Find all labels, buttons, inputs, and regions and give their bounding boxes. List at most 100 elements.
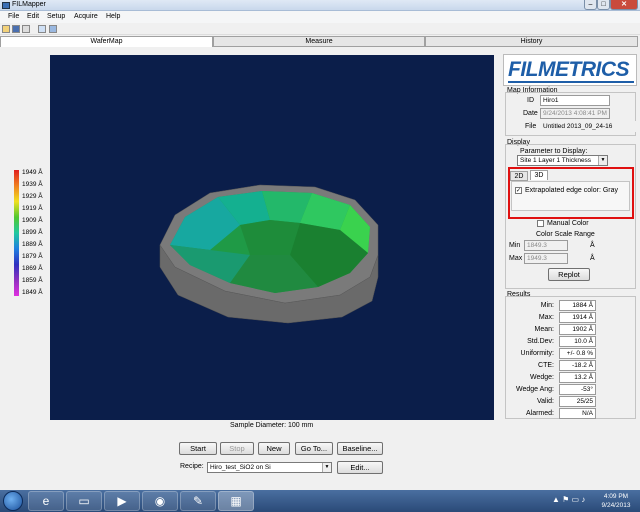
maximize-button[interactable]: □ <box>597 0 610 10</box>
recipe-label: Recipe: <box>180 463 204 470</box>
result-value: +/- 0.8 % <box>559 348 596 359</box>
parameter-select[interactable]: Site 1 Layer 1 Thickness ▼ <box>517 155 608 166</box>
taskbar: e ▭ ▶ ◉ ✎ ▦ ▲ ⚑ ▭ ♪ 4:09 PM 9/24/2013 <box>0 490 640 512</box>
3d-options-pane <box>511 181 630 211</box>
logo-underline <box>508 81 634 83</box>
date-field: 9/24/2013 4:08:41 PM <box>540 108 610 119</box>
recipe-value: Hiro_test_SiO2 on Si <box>210 464 271 471</box>
menu-acquire[interactable]: Acquire <box>74 13 98 20</box>
edit-recipe-button[interactable]: Edit... <box>337 461 383 474</box>
close-button[interactable]: ✕ <box>610 0 638 10</box>
color-scale-bar <box>14 170 19 296</box>
sample-diameter-label: Sample Diameter: 100 mm <box>230 422 314 429</box>
color-scale-title: Color Scale Range <box>536 231 595 238</box>
tab-measure[interactable]: Measure <box>213 36 425 47</box>
result-value: 25/25 <box>559 396 596 407</box>
result-value: 1902 Å <box>559 324 596 335</box>
media-player-icon[interactable]: ▶ <box>104 491 140 511</box>
result-value: 1884 Å <box>559 300 596 311</box>
app-icon <box>2 2 10 9</box>
folder-icon[interactable]: ▭ <box>66 491 102 511</box>
menu-help[interactable]: Help <box>106 13 120 20</box>
main-tabs: WaferMap Measure History <box>0 36 640 47</box>
clock-time: 4:09 PM <box>603 493 629 500</box>
filmapper-task-icon[interactable]: ▦ <box>218 491 254 511</box>
min-unit: Å <box>590 242 595 249</box>
print-icon[interactable] <box>22 25 30 33</box>
result-label: Valid: <box>537 398 554 405</box>
globe-icon[interactable]: ◉ <box>142 491 178 511</box>
tab-history[interactable]: History <box>425 36 638 47</box>
filmetrics-logo: FILMETRICS <box>508 58 630 81</box>
legend-label: 1859 Å <box>22 277 43 284</box>
result-label: Min: <box>540 302 554 309</box>
extrapolated-edge-label: Extrapolated edge color: Gray <box>525 187 618 194</box>
chevron-down-icon: ▼ <box>598 156 607 165</box>
color-scale-legend: 1949 Å 1939 Å 1929 Å 1919 Å 1909 Å 1899 … <box>12 169 52 300</box>
open-folder-icon[interactable] <box>2 25 10 33</box>
tool-icon[interactable]: ✎ <box>180 491 216 511</box>
goto-button[interactable]: Go To... <box>295 442 333 455</box>
legend-label: 1879 Å <box>22 253 43 260</box>
result-label: Std.Dev: <box>527 338 554 345</box>
max-unit: Å <box>590 255 595 262</box>
result-label: Uniformity: <box>520 350 554 357</box>
parameter-label: Parameter to Display: <box>520 148 588 155</box>
surface-region-darkgreen <box>240 220 300 255</box>
result-value: 1914 Å <box>559 312 596 323</box>
stop-button[interactable]: Stop <box>220 442 254 455</box>
result-label: CTE: <box>538 362 554 369</box>
result-label: Wedge Ang: <box>515 386 554 393</box>
legend-label: 1849 Å <box>22 289 43 296</box>
minimize-button[interactable]: – <box>584 0 597 10</box>
result-value: -18.2 Å <box>559 360 596 371</box>
menu-edit[interactable]: Edit <box>27 13 39 20</box>
legend-label: 1899 Å <box>22 229 43 236</box>
extrapolated-edge-checkbox[interactable]: ✓ <box>515 187 522 194</box>
clock-date: 9/24/2013 <box>601 502 631 509</box>
start-button[interactable]: Start <box>179 442 217 455</box>
legend-label: 1909 Å <box>22 217 43 224</box>
system-tray-icons[interactable]: ▲ ⚑ ▭ ♪ <box>552 495 585 504</box>
result-label: Mean: <box>534 326 554 333</box>
file-field: Untitled 2013_09_24-16 <box>540 121 636 132</box>
min-label: Min <box>509 242 521 249</box>
legend-label: 1929 Å <box>22 193 43 200</box>
result-value: N/A <box>559 408 596 419</box>
file-label: File <box>525 123 537 130</box>
result-value: -53° <box>559 384 596 395</box>
result-label: Alarmed: <box>525 410 554 417</box>
manual-color-checkbox[interactable] <box>537 220 544 227</box>
baseline-button[interactable]: Baseline... <box>337 442 383 455</box>
id-label: ID <box>527 97 534 104</box>
manual-color-label: Manual Color <box>547 220 589 227</box>
min-field[interactable]: 1849.3 <box>524 240 568 251</box>
start-button-orb[interactable] <box>3 491 23 511</box>
menu-file[interactable]: File <box>8 13 19 20</box>
title-bar: FILMapper – □ ✕ <box>0 0 640 11</box>
replot-button[interactable]: Replot <box>548 268 590 281</box>
max-label: Max <box>509 255 523 262</box>
toolbar <box>0 23 640 35</box>
result-label: Max: <box>538 314 554 321</box>
copy-icon[interactable] <box>38 25 46 33</box>
id-field[interactable]: Hiro1 <box>540 95 610 106</box>
result-label: Wedge: <box>530 374 554 381</box>
legend-label: 1939 Å <box>22 181 43 188</box>
wafer-map-3d-view[interactable] <box>50 55 494 420</box>
new-button[interactable]: New <box>258 442 290 455</box>
parameter-value: Site 1 Layer 1 Thickness <box>520 157 592 164</box>
legend-label: 1919 Å <box>22 205 43 212</box>
recipe-select[interactable]: Hiro_test_SiO2 on Si ▼ <box>207 462 332 473</box>
clock[interactable]: 4:09 PM 9/24/2013 <box>596 492 636 510</box>
max-field[interactable]: 1949.3 <box>524 253 568 264</box>
legend-label: 1949 Å <box>22 169 43 176</box>
wafer-3d-render <box>159 184 379 324</box>
window-title: FILMapper <box>12 1 46 8</box>
paste-icon[interactable] <box>49 25 57 33</box>
ie-icon[interactable]: e <box>28 491 64 511</box>
result-value: 13.2 Å <box>559 372 596 383</box>
tab-wafermap[interactable]: WaferMap <box>0 36 213 47</box>
save-icon[interactable] <box>12 25 20 33</box>
menu-setup[interactable]: Setup <box>47 13 65 20</box>
